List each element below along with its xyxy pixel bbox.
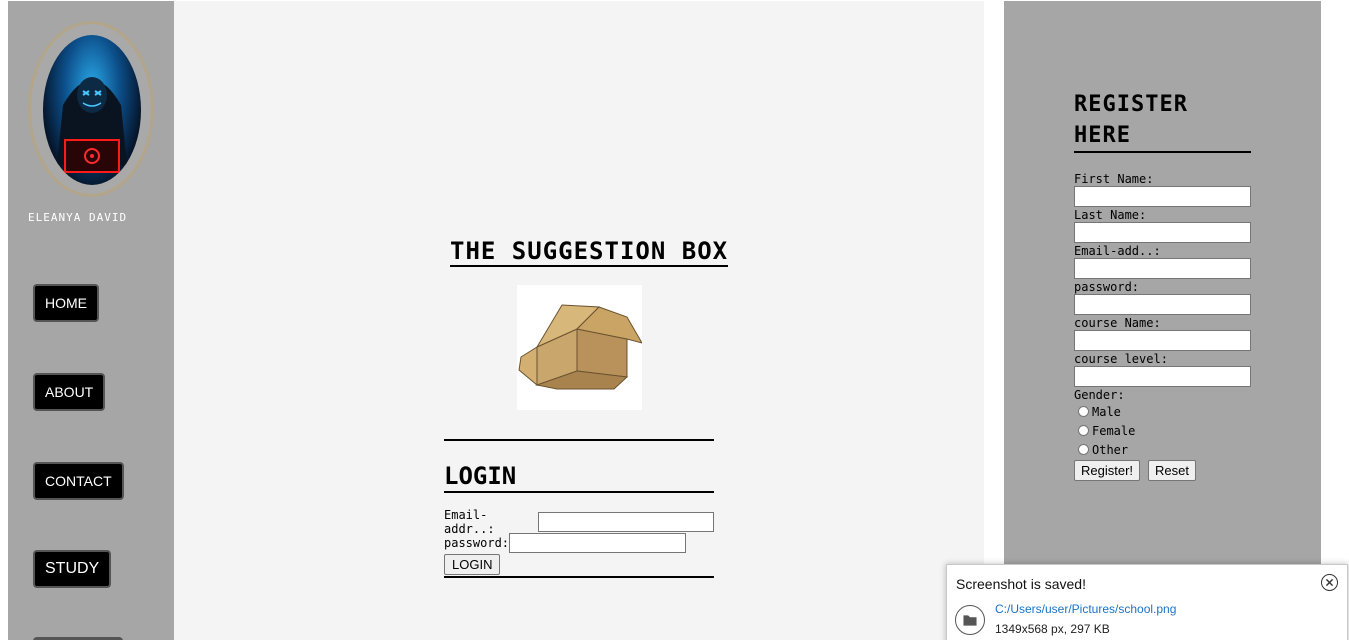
register-buttons: Register! Reset	[1074, 460, 1251, 481]
user-name: ELEANYA DAVID	[28, 211, 128, 224]
radio-male[interactable]	[1078, 406, 1089, 417]
email-input[interactable]	[1074, 258, 1251, 279]
screenshot-meta: 1349x568 px, 297 KB	[995, 622, 1110, 636]
login-email-input[interactable]	[537, 511, 714, 532]
gender-option-male[interactable]: Male	[1074, 402, 1251, 421]
course-name-label: course Name:	[1074, 316, 1161, 330]
email-label: Email-add..:	[1074, 244, 1161, 258]
register-title-line1: REGISTER	[1074, 92, 1188, 117]
gender-label: Gender:	[1074, 388, 1125, 402]
first-name-label: First Name:	[1074, 172, 1154, 186]
gender-option-other[interactable]: Other	[1074, 440, 1251, 459]
login-title: LOGIN	[444, 461, 714, 493]
hooded-hacker-icon	[57, 77, 127, 173]
register-panel: REGISTER HERE First Name: Last Name: Ema…	[1004, 1, 1321, 640]
course-name-input[interactable]	[1074, 330, 1251, 351]
gender-female-label: Female	[1092, 423, 1136, 438]
login-button[interactable]: LOGIN	[444, 554, 501, 575]
cardboard-box-image	[517, 285, 642, 410]
first-name-input[interactable]	[1074, 186, 1251, 207]
divider	[444, 439, 714, 441]
avatar-frame	[28, 21, 154, 197]
login-password-label: password:	[444, 535, 510, 550]
radio-other[interactable]	[1078, 444, 1089, 455]
page-title: THE SUGGESTION BOX	[450, 237, 729, 267]
login-email-row: Email-addr..:	[444, 508, 714, 536]
screenshot-notification: Screenshot is saved! C:/Users/user/Pictu…	[946, 564, 1348, 640]
register-title: REGISTER HERE	[1074, 89, 1251, 153]
login-email-label: Email-addr..:	[444, 507, 495, 536]
nav-home-button[interactable]: HOME	[33, 284, 99, 322]
notification-title: Screenshot is saved!	[956, 576, 1086, 592]
register-title-line2: HERE	[1074, 123, 1131, 148]
page: ELEANYA DAVID HOME ABOUT CONTACT STUDY T…	[0, 0, 1349, 640]
left-sidebar: ELEANYA DAVID HOME ABOUT CONTACT STUDY	[8, 1, 174, 640]
nav-study-button[interactable]: STUDY	[33, 550, 112, 588]
last-name-input[interactable]	[1074, 222, 1251, 243]
password-input[interactable]	[1074, 294, 1251, 315]
register-button[interactable]: Register!	[1074, 460, 1141, 481]
radio-female[interactable]	[1078, 425, 1089, 436]
screenshot-path-link[interactable]: C:/Users/user/Pictures/school.png	[995, 602, 1176, 616]
gender-other-label: Other	[1092, 442, 1129, 457]
course-level-input[interactable]	[1074, 366, 1251, 387]
login-password-input[interactable]	[509, 532, 687, 553]
gender-option-female[interactable]: Female	[1074, 421, 1251, 440]
course-level-label: course level:	[1074, 352, 1168, 366]
avatar	[43, 35, 141, 185]
gender-male-label: Male	[1092, 404, 1121, 419]
reset-button[interactable]: Reset	[1148, 460, 1196, 481]
login-section: LOGIN Email-addr..: password: LOGIN	[444, 439, 714, 578]
register-form: REGISTER HERE First Name: Last Name: Ema…	[1074, 89, 1251, 481]
last-name-label: Last Name:	[1074, 208, 1147, 222]
main-content: THE SUGGESTION BOX LOGIN Email-addr..: p…	[174, 1, 984, 640]
close-icon[interactable]	[1321, 574, 1338, 591]
box-icon	[518, 304, 642, 390]
nav-about-button[interactable]: ABOUT	[33, 373, 106, 411]
login-password-row: password:	[444, 532, 714, 553]
nav-contact-button[interactable]: CONTACT	[33, 462, 124, 500]
divider	[444, 576, 714, 578]
folder-icon[interactable]	[955, 605, 985, 635]
password-label: password:	[1074, 280, 1140, 294]
